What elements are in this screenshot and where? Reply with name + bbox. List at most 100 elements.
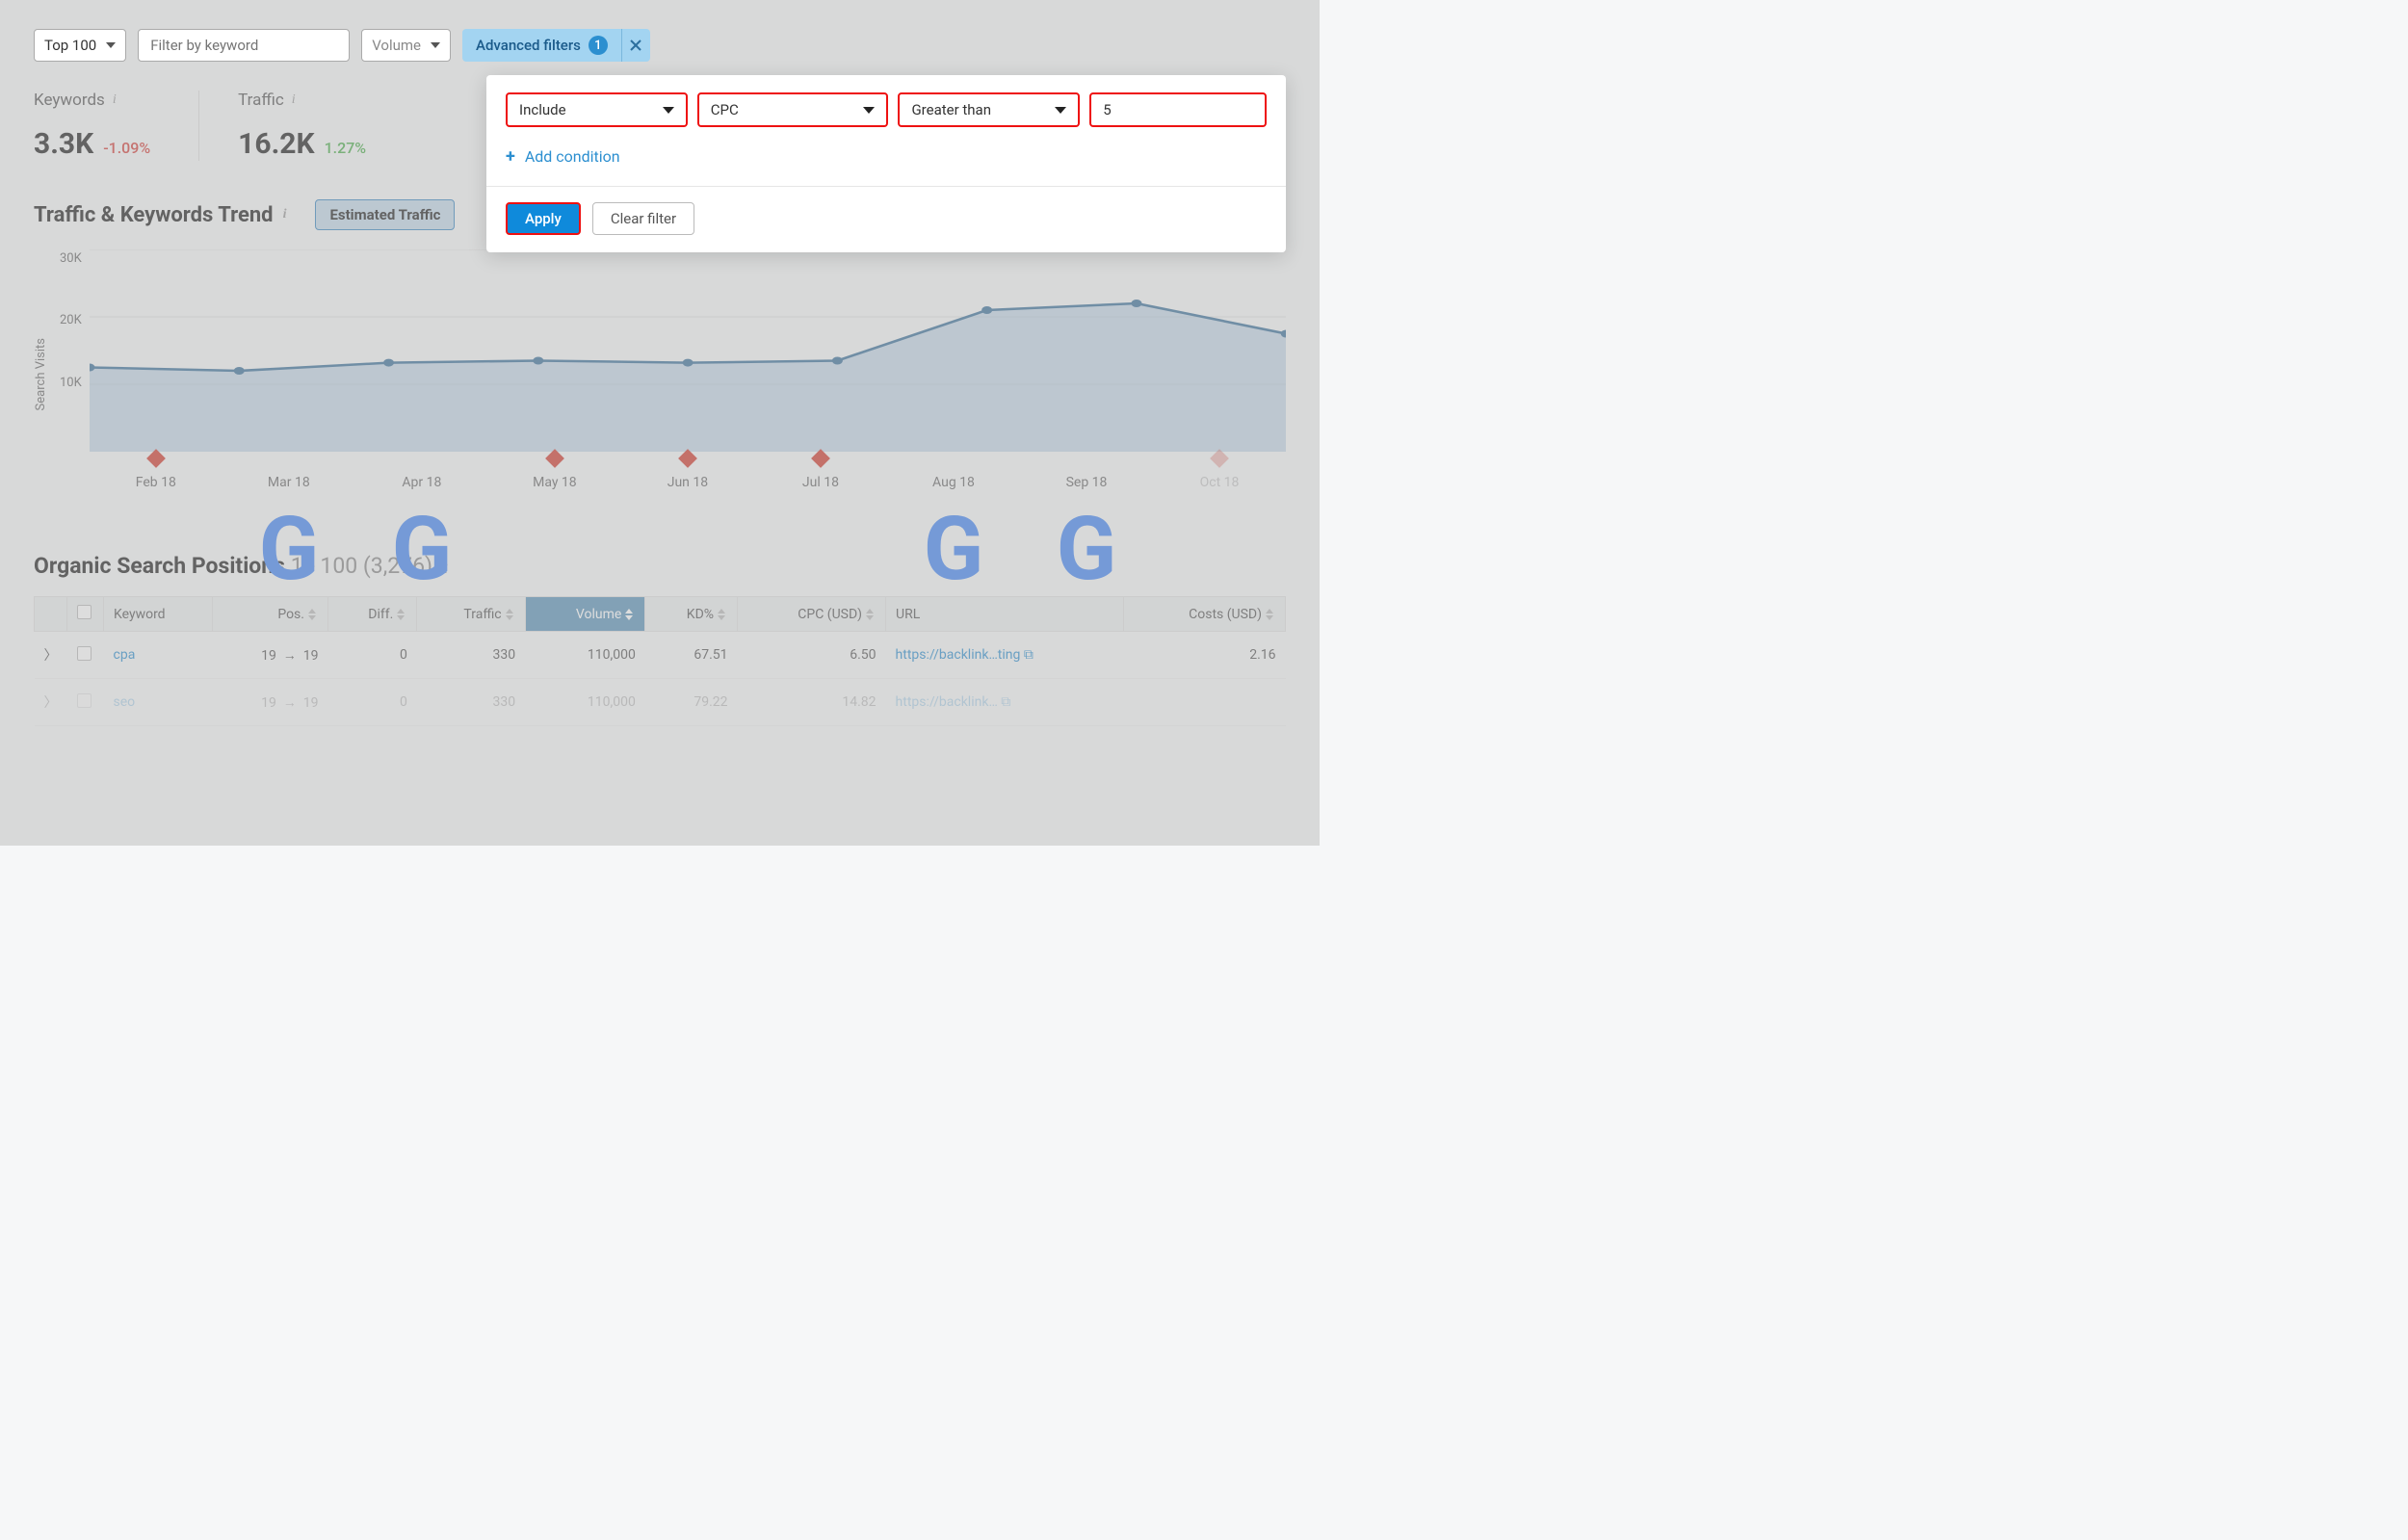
table-row: 〉 seo 19 → 190330110,00079.2214.82 https://… — [35, 679, 1286, 726]
condition-value-text: 5 — [1103, 101, 1111, 118]
google-update-icon: G — [222, 450, 355, 652]
advanced-filters-popover: Include CPC Greater than 5 + Add conditi… — [486, 75, 1286, 252]
cell-volume: 110,000 — [525, 632, 645, 679]
close-icon — [630, 39, 641, 51]
add-condition-button[interactable]: + Add condition — [506, 146, 1267, 167]
cell-keyword[interactable]: cpa — [114, 647, 136, 663]
cell-cpc: 14.82 — [738, 679, 886, 726]
chart-ylabel: Search Visits — [34, 338, 48, 410]
cell-costs — [1124, 679, 1286, 726]
select-all-checkbox[interactable] — [77, 605, 92, 619]
keyword-filter-input[interactable] — [139, 30, 350, 61]
popover-divider — [486, 186, 1286, 187]
volume-select[interactable]: Volume — [361, 29, 451, 62]
volume-select-label: Volume — [372, 37, 421, 54]
tab-estimated-traffic[interactable]: Estimated Traffic — [315, 199, 455, 230]
stat-keywords-value: 3.3K — [34, 127, 93, 161]
condition-row: Include CPC Greater than 5 — [506, 92, 1267, 127]
external-link-icon[interactable]: ⧉ — [1001, 694, 1010, 710]
condition-metric-select[interactable]: CPC — [697, 92, 889, 127]
apply-button[interactable]: Apply — [506, 202, 581, 235]
trend-chart: Search Visits 30K 20K 10K Feb 18GMar 18G… — [34, 249, 1286, 500]
diamond-marker-icon — [146, 449, 166, 468]
xtick: Jul 18 — [754, 454, 887, 490]
svg-text:G: G — [391, 498, 452, 601]
condition-value-input[interactable]: 5 — [1089, 92, 1267, 127]
cell-cpc: 6.50 — [738, 632, 886, 679]
ytick — [79, 437, 82, 452]
cell-kd: 67.51 — [645, 632, 738, 679]
chart-svg — [90, 249, 1286, 452]
stat-traffic-delta: 1.27% — [325, 139, 367, 157]
xtick: Oct 18 — [1153, 454, 1286, 490]
svg-text:G: G — [258, 498, 319, 601]
advanced-filters-close[interactable] — [621, 29, 650, 62]
diamond-marker-icon — [678, 449, 697, 468]
xtick: GApr 18 — [355, 454, 488, 490]
add-condition-label: Add condition — [525, 147, 620, 166]
ytick: 30K — [60, 251, 82, 266]
xtick: May 18 — [488, 454, 621, 490]
info-icon[interactable]: i — [113, 92, 117, 108]
stat-traffic: Traffic i 16.2K 1.27% — [198, 91, 414, 161]
ytick: 20K — [60, 313, 82, 327]
condition-operator-select[interactable]: Greater than — [898, 92, 1080, 127]
xtick: Feb 18 — [90, 454, 222, 490]
stat-keywords-label: Keywords — [34, 91, 105, 110]
chevron-down-icon — [431, 42, 440, 48]
advanced-filters-button[interactable]: Advanced filters 1 — [462, 29, 621, 62]
trend-title: Traffic & Keywords Trend — [34, 203, 274, 227]
row-checkbox[interactable] — [77, 693, 92, 708]
svg-text:G: G — [924, 498, 984, 601]
xtick-label: May 18 — [488, 475, 621, 490]
cell-pos: 19 → 19 — [212, 679, 327, 726]
top-select[interactable]: Top 100 — [34, 29, 126, 62]
condition-include-value: Include — [519, 101, 566, 118]
chevron-down-icon — [106, 42, 116, 48]
chevron-down-icon — [663, 107, 674, 114]
cell-keyword[interactable]: seo — [114, 694, 136, 710]
cell-kd: 79.22 — [645, 679, 738, 726]
xtick: GSep 18 — [1020, 454, 1153, 490]
chevron-down-icon — [863, 107, 875, 114]
chevron-down-icon — [1055, 107, 1066, 114]
cell-traffic: 330 — [417, 679, 525, 726]
cell-url[interactable]: https://backlink… — [896, 694, 998, 710]
row-checkbox[interactable] — [77, 646, 92, 661]
expand-row[interactable]: 〉 — [35, 679, 67, 726]
plus-icon: + — [506, 146, 515, 167]
col-kd[interactable]: KD% — [645, 597, 738, 632]
stat-keywords: Keywords i 3.3K -1.09% — [34, 91, 198, 161]
clear-filter-button[interactable]: Clear filter — [592, 202, 694, 235]
cell-volume: 110,000 — [525, 679, 645, 726]
expand-row[interactable]: 〉 — [35, 632, 67, 679]
condition-metric-value: CPC — [711, 101, 739, 118]
xtick-label: Feb 18 — [90, 475, 222, 490]
diamond-marker-icon — [545, 449, 564, 468]
diamond-marker-icon — [811, 449, 830, 468]
condition-include-select[interactable]: Include — [506, 92, 688, 127]
xtick-label: Jul 18 — [754, 475, 887, 490]
diamond-marker-icon — [1210, 449, 1229, 468]
cell-diff: 0 — [327, 679, 416, 726]
xtick: GAug 18 — [887, 454, 1020, 490]
google-update-icon: G — [355, 450, 488, 652]
svg-text:G: G — [1057, 498, 1117, 601]
advanced-filters-label: Advanced filters — [476, 37, 581, 54]
stat-traffic-value: 16.2K — [238, 127, 314, 161]
condition-operator-value: Greater than — [911, 101, 991, 118]
info-icon[interactable]: i — [292, 92, 296, 108]
xtick-label: Jun 18 — [621, 475, 754, 490]
chart-yaxis: 30K 20K 10K — [60, 249, 82, 452]
xtick: Jun 18 — [621, 454, 754, 490]
col-volume[interactable]: Volume — [525, 597, 645, 632]
top-select-label: Top 100 — [44, 37, 96, 54]
google-update-icon: G — [887, 450, 1020, 652]
col-cpc[interactable]: CPC (USD) — [738, 597, 886, 632]
advanced-filters-group: Advanced filters 1 — [462, 29, 650, 62]
stat-keywords-delta: -1.09% — [103, 139, 150, 157]
keyword-filter[interactable] — [138, 29, 350, 62]
col-keyword[interactable]: Keyword — [104, 597, 213, 632]
ytick: 10K — [60, 376, 82, 390]
info-icon[interactable]: i — [283, 207, 287, 222]
